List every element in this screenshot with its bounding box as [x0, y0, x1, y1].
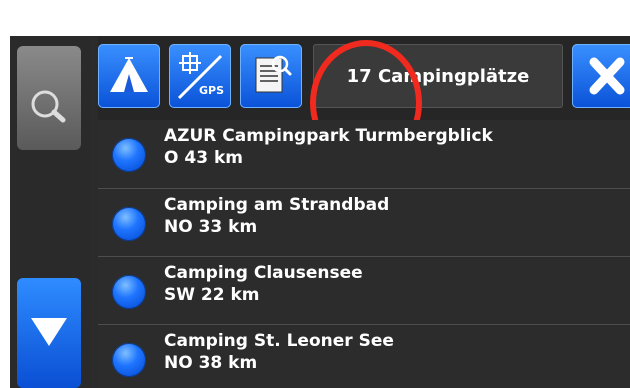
- close-button[interactable]: [572, 44, 630, 108]
- campsite-distance: O 43 km: [164, 148, 243, 168]
- list-item[interactable]: Camping am Strandbad NO 33 km: [98, 188, 630, 257]
- campsite-name: AZUR Campingpark Turmbergblick: [164, 126, 493, 146]
- search-icon: [31, 90, 66, 123]
- gps-crosshair-icon: [177, 52, 223, 100]
- campsite-distance: SW 22 km: [164, 285, 260, 305]
- scroll-down-button[interactable]: [17, 278, 81, 388]
- left-sidebar: [10, 36, 630, 388]
- campsite-name: Camping Clausensee: [164, 263, 363, 283]
- location-marker-icon: [112, 275, 146, 309]
- campsite-name: Camping am Strandbad: [164, 195, 390, 215]
- document-search-icon: [255, 55, 292, 93]
- campsite-button[interactable]: [98, 44, 160, 108]
- location-marker-icon: [112, 138, 146, 172]
- campsite-name: Camping St. Leoner See: [164, 331, 394, 351]
- device-screen: GPS 17 Campingplätze AZUR Campingpark Tu…: [10, 36, 630, 388]
- list-item[interactable]: Camping Clausensee SW 22 km: [98, 256, 630, 325]
- close-icon: [589, 57, 625, 95]
- campsite-distance: NO 38 km: [164, 353, 258, 373]
- campsite-distance: NO 33 km: [164, 217, 258, 237]
- top-toolbar: GPS 17 Campingplätze: [98, 36, 630, 166]
- campsite-list: AZUR Campingpark Turmbergblick O 43 km C…: [98, 120, 630, 388]
- details-button[interactable]: [240, 44, 302, 108]
- search-button[interactable]: [17, 46, 81, 150]
- gps-label: GPS: [199, 84, 225, 97]
- arrow-down-icon: [31, 318, 67, 346]
- location-marker-icon: [112, 207, 146, 241]
- tent-icon: [110, 57, 148, 92]
- gps-position-button[interactable]: GPS: [169, 44, 231, 108]
- list-item[interactable]: AZUR Campingpark Turmbergblick O 43 km: [98, 120, 630, 188]
- list-item[interactable]: Camping St. Leoner See NO 38 km: [98, 324, 630, 388]
- location-marker-icon: [112, 343, 146, 377]
